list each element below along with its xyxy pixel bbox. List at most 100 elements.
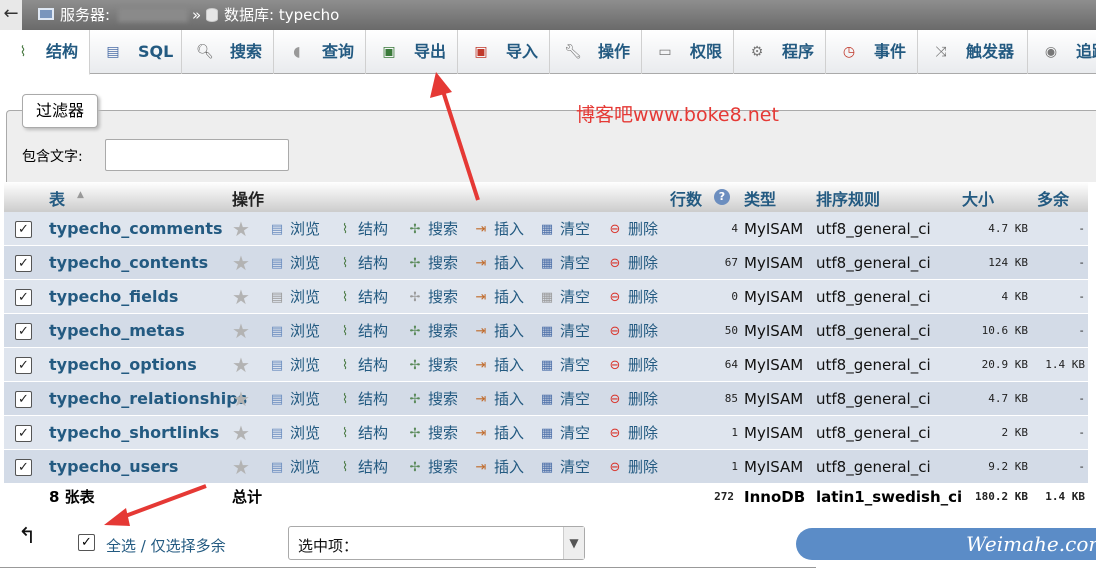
filter-input[interactable] bbox=[105, 139, 289, 171]
column-header-collation[interactable]: 排序规则 bbox=[816, 186, 880, 210]
breadcrumb-server[interactable]: 服务器: bbox=[60, 5, 110, 25]
table-name-link[interactable]: typecho_relationships bbox=[49, 382, 247, 416]
action-browse[interactable]: ▤ 浏览 bbox=[268, 246, 320, 280]
action-search[interactable]: ✢ 搜索 bbox=[406, 280, 458, 314]
action-search[interactable]: ✢ 搜索 bbox=[406, 246, 458, 280]
action-search[interactable]: ✢ 搜索 bbox=[406, 348, 458, 382]
action-structure[interactable]: ⌇ 结构 bbox=[336, 212, 388, 246]
table-name-link[interactable]: typecho_comments bbox=[49, 212, 222, 246]
tab-import[interactable]: ▣ 导入 bbox=[458, 30, 550, 74]
table-name-link[interactable]: typecho_users bbox=[49, 450, 178, 484]
favorite-star-icon[interactable]: ★ bbox=[232, 450, 250, 484]
action-structure[interactable]: ⌇ 结构 bbox=[336, 246, 388, 280]
table-name-link[interactable]: typecho_metas bbox=[49, 314, 185, 348]
favorite-star-icon[interactable]: ★ bbox=[232, 314, 250, 348]
favorite-star-icon[interactable]: ★ bbox=[232, 246, 250, 280]
tab-export[interactable]: ▣ 导出 bbox=[366, 30, 458, 74]
tab-triggers[interactable]: ⤨ 触发器 bbox=[918, 30, 1028, 74]
favorite-star-icon[interactable]: ★ bbox=[232, 212, 250, 246]
action-search[interactable]: ✢ 搜索 bbox=[406, 382, 458, 416]
action-drop[interactable]: ⊖ 删除 bbox=[606, 450, 658, 484]
action-insert[interactable]: ⇥ 插入 bbox=[472, 348, 524, 382]
action-empty[interactable]: ▦ 清空 bbox=[538, 212, 590, 246]
table-row: ✓ typecho_metas ★ ▤ 浏览 ⌇ 结构 ✢ 搜索 ⇥ 插入 ▦ 清空 ⊖ 删除 50 MyISA… bbox=[4, 314, 1088, 348]
action-drop[interactable]: ⊖ 删除 bbox=[606, 314, 658, 348]
row-checkbox[interactable]: ✓ bbox=[15, 357, 32, 374]
action-empty[interactable]: ▦ 清空 bbox=[538, 348, 590, 382]
action-empty[interactable]: ▦ 清空 bbox=[538, 416, 590, 450]
action-empty[interactable]: ▦ 清空 bbox=[538, 280, 590, 314]
action-insert[interactable]: ⇥ 插入 bbox=[472, 246, 524, 280]
action-drop[interactable]: ⊖ 删除 bbox=[606, 348, 658, 382]
column-header-table[interactable]: 表 bbox=[49, 186, 65, 210]
breadcrumb-database[interactable]: 数据库: typecho bbox=[224, 5, 339, 25]
tab-search[interactable]: 🔍︎ 搜索 bbox=[182, 30, 274, 74]
action-empty[interactable]: ▦ 清空 bbox=[538, 246, 590, 280]
action-drop[interactable]: ⊖ 删除 bbox=[606, 382, 658, 416]
column-header-rows[interactable]: 行数 bbox=[670, 186, 702, 210]
action-browse[interactable]: ▤ 浏览 bbox=[268, 450, 320, 484]
action-insert[interactable]: ⇥ 插入 bbox=[472, 416, 524, 450]
tab-tracking[interactable]: ◉追踪 bbox=[1028, 30, 1096, 74]
action-browse[interactable]: ▤ 浏览 bbox=[268, 212, 320, 246]
column-header-type[interactable]: 类型 bbox=[744, 186, 776, 210]
row-checkbox[interactable]: ✓ bbox=[15, 255, 32, 272]
action-structure[interactable]: ⌇ 结构 bbox=[336, 280, 388, 314]
row-checkbox[interactable]: ✓ bbox=[15, 425, 32, 442]
action-empty[interactable]: ▦ 清空 bbox=[538, 382, 590, 416]
action-search[interactable]: ✢ 搜索 bbox=[406, 212, 458, 246]
row-checkbox[interactable]: ✓ bbox=[15, 459, 32, 476]
favorite-star-icon[interactable]: ★ bbox=[232, 280, 250, 314]
row-checkbox[interactable]: ✓ bbox=[15, 289, 32, 306]
action-structure[interactable]: ⌇ 结构 bbox=[336, 348, 388, 382]
action-search[interactable]: ✢ 搜索 bbox=[406, 416, 458, 450]
action-browse[interactable]: ▤ 浏览 bbox=[268, 348, 320, 382]
action-empty[interactable]: ▦ 清空 bbox=[538, 314, 590, 348]
back-arrow-icon[interactable]: ← bbox=[0, 0, 22, 30]
action-insert[interactable]: ⇥ 插入 bbox=[472, 314, 524, 348]
row-checkbox[interactable]: ✓ bbox=[15, 323, 32, 340]
action-drop[interactable]: ⊖ 删除 bbox=[606, 246, 658, 280]
favorite-star-icon[interactable]: ★ bbox=[232, 382, 250, 416]
action-browse[interactable]: ▤ 浏览 bbox=[268, 314, 320, 348]
table-name-link[interactable]: typecho_fields bbox=[49, 280, 178, 314]
tab-structure[interactable]: ⌇ 结构 bbox=[0, 30, 90, 75]
table-row: ✓ typecho_relationships ★ ▤ 浏览 ⌇ 结构 ✢ 搜索 ⇥ 插入 ▦ 清空 ⊖ 删… bbox=[4, 382, 1088, 416]
action-structure[interactable]: ⌇ 结构 bbox=[336, 450, 388, 484]
row-checkbox[interactable]: ✓ bbox=[15, 221, 32, 238]
action-drop[interactable]: ⊖ 删除 bbox=[606, 280, 658, 314]
tab-operations[interactable]: 🔧︎ 操作 bbox=[550, 30, 642, 74]
action-browse[interactable]: ▤ 浏览 bbox=[268, 382, 320, 416]
tab-sql[interactable]: ▤ SQL bbox=[90, 30, 182, 74]
tab-events[interactable]: ◷ 事件 bbox=[826, 30, 918, 74]
action-browse[interactable]: ▤ 浏览 bbox=[268, 280, 320, 314]
check-all-label[interactable]: 全选 / 仅选择多余 bbox=[106, 535, 226, 556]
column-header-overhead[interactable]: 多余 bbox=[1037, 186, 1069, 210]
tab-routines[interactable]: ⚙ 程序 bbox=[734, 30, 826, 74]
action-insert[interactable]: ⇥ 插入 bbox=[472, 280, 524, 314]
tab-privileges[interactable]: ▭ 权限 bbox=[642, 30, 734, 74]
action-structure[interactable]: ⌇ 结构 bbox=[336, 314, 388, 348]
column-header-size[interactable]: 大小 bbox=[962, 186, 994, 210]
favorite-star-icon[interactable]: ★ bbox=[232, 348, 250, 382]
action-insert[interactable]: ⇥ 插入 bbox=[472, 382, 524, 416]
action-insert[interactable]: ⇥ 插入 bbox=[472, 212, 524, 246]
action-search[interactable]: ✢ 搜索 bbox=[406, 314, 458, 348]
action-browse[interactable]: ▤ 浏览 bbox=[268, 416, 320, 450]
chevron-down-icon[interactable]: ▼ bbox=[563, 527, 584, 559]
table-name-link[interactable]: typecho_contents bbox=[49, 246, 208, 280]
favorite-star-icon[interactable]: ★ bbox=[232, 416, 250, 450]
action-drop[interactable]: ⊖ 删除 bbox=[606, 416, 658, 450]
action-drop[interactable]: ⊖ 删除 bbox=[606, 212, 658, 246]
check-all-checkbox[interactable]: ✓ bbox=[78, 534, 95, 551]
help-icon[interactable]: ? bbox=[714, 189, 730, 205]
action-search[interactable]: ✢ 搜索 bbox=[406, 450, 458, 484]
table-name-link[interactable]: typecho_options bbox=[49, 348, 197, 382]
action-structure[interactable]: ⌇ 结构 bbox=[336, 416, 388, 450]
action-empty[interactable]: ▦ 清空 bbox=[538, 450, 590, 484]
column-header-action: 操作 bbox=[232, 190, 265, 209]
row-checkbox[interactable]: ✓ bbox=[15, 391, 32, 408]
action-insert[interactable]: ⇥ 插入 bbox=[472, 450, 524, 484]
action-structure[interactable]: ⌇ 结构 bbox=[336, 382, 388, 416]
tab-query[interactable]: ◖ 查询 bbox=[274, 30, 366, 74]
